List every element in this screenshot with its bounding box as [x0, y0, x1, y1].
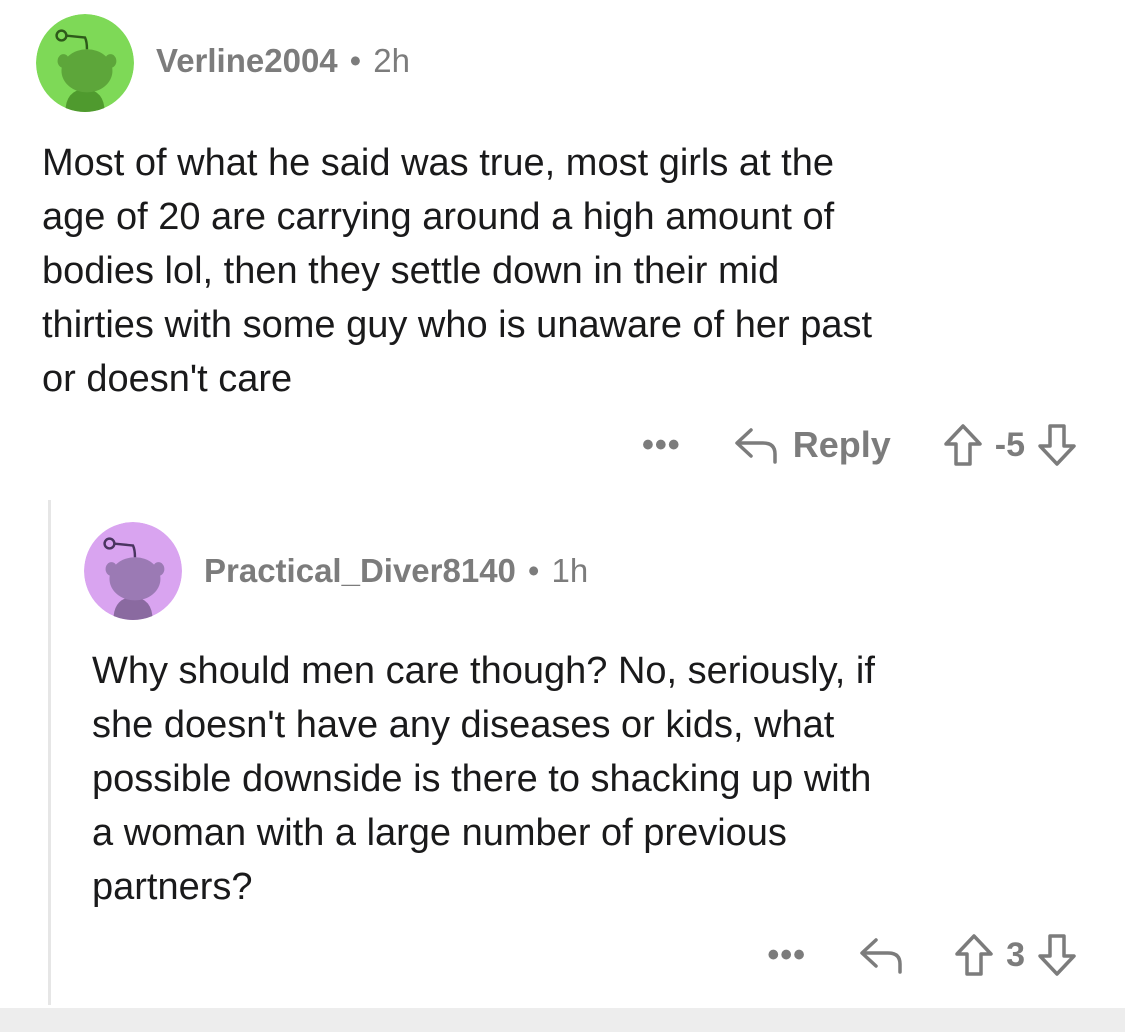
comment-meta: Verline2004 • 2h — [156, 42, 410, 80]
username[interactable]: Practical_Diver8140 — [204, 552, 516, 589]
upvote-button[interactable] — [943, 423, 983, 467]
downvote-button[interactable] — [1037, 933, 1077, 977]
more-options-button[interactable]: ••• — [767, 930, 806, 980]
bottom-divider — [0, 1008, 1125, 1032]
avatar[interactable] — [84, 522, 182, 620]
timestamp: 2h — [373, 42, 410, 79]
vote-score: -5 — [994, 425, 1025, 464]
downvote-button[interactable] — [1037, 423, 1077, 467]
upvote-arrow-icon — [944, 424, 982, 466]
reddit-snoo-avatar-icon — [84, 522, 182, 620]
avatar[interactable] — [36, 14, 134, 112]
username[interactable]: Verline2004 — [156, 42, 338, 79]
reply-arrow-icon — [734, 428, 777, 464]
separator-dot: • — [527, 552, 540, 589]
reddit-snoo-avatar-icon — [36, 14, 134, 112]
reply-button[interactable] — [858, 934, 918, 976]
comment-actions: ••• Reply -5 — [642, 420, 1077, 470]
comment-meta: Practical_Diver8140 • 1h — [204, 552, 588, 590]
thread-line[interactable] — [48, 500, 51, 1005]
comment-body: Most of what he said was true, most girl… — [42, 142, 873, 400]
comment-body: Why should men care though? No, seriousl… — [92, 650, 875, 908]
more-options-button[interactable]: ••• — [642, 420, 681, 470]
downvote-arrow-icon — [1038, 424, 1076, 466]
timestamp: 1h — [551, 552, 589, 589]
reply-arrow-icon — [860, 938, 902, 974]
reply-button[interactable]: Reply — [733, 424, 891, 466]
reply-label: Reply — [792, 424, 891, 465]
downvote-arrow-icon — [1038, 934, 1076, 976]
vote-score: 3 — [1006, 935, 1025, 974]
separator-dot: • — [349, 42, 362, 79]
upvote-button[interactable] — [954, 933, 994, 977]
upvote-arrow-icon — [955, 934, 993, 976]
comment-actions: ••• 3 — [767, 930, 1077, 980]
